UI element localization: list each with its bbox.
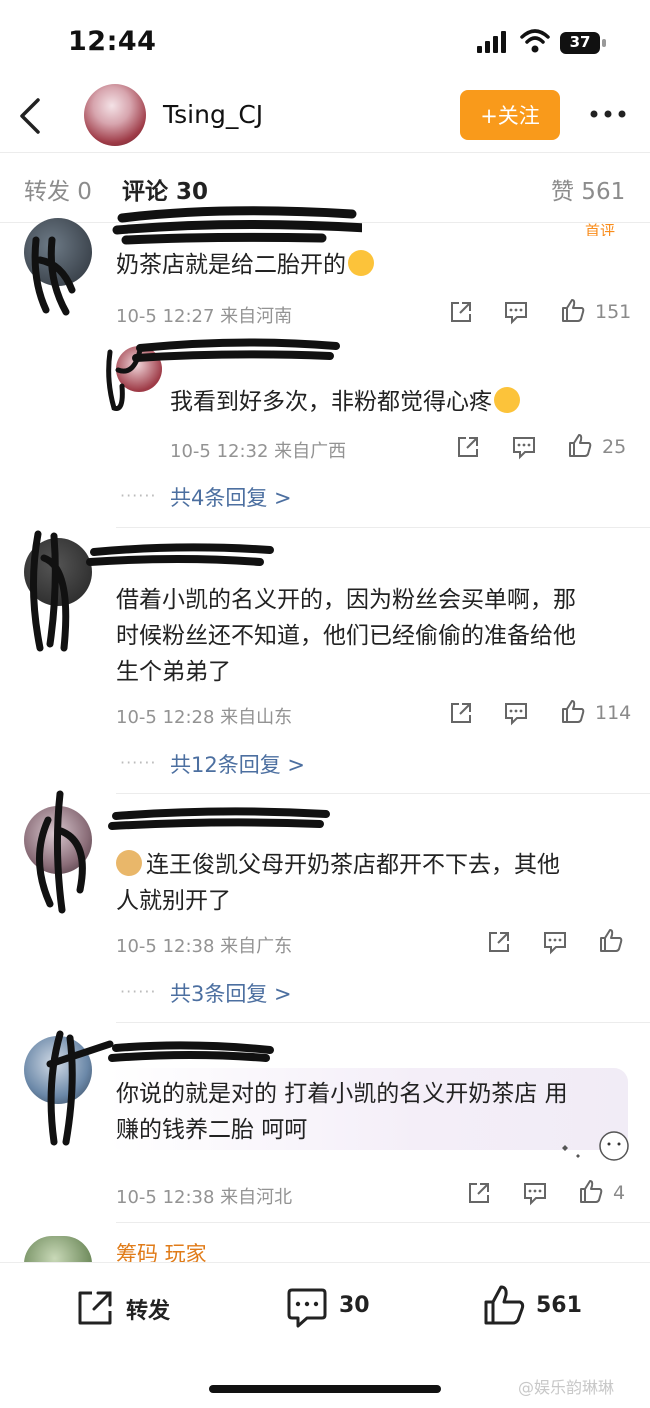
avatar[interactable] — [84, 84, 146, 146]
dots-separator: ······ — [120, 753, 157, 772]
dots-separator: ······ — [120, 486, 157, 505]
first-comment-badge: 首评 — [585, 222, 616, 236]
comment-icon[interactable] — [511, 434, 537, 460]
comment-meta: 10-5 12:27 来自河南 — [116, 306, 293, 327]
like-count: 151 — [595, 301, 632, 323]
crying-emoji-icon — [494, 387, 520, 413]
comment-line: 借着小凯的名义开的，因为粉丝会买单啊，那 — [116, 587, 576, 613]
comment-text: 连王俊凯父母开奶茶店都开不下去，其他 人就别开了 — [116, 847, 636, 919]
comment-meta: 10-5 12:28 来自山东 — [116, 707, 293, 728]
comment-text: 奶茶店就是给二胎开的 — [116, 247, 374, 283]
like-count-toolbar[interactable]: 561 — [536, 1293, 582, 1318]
comment-meta: 10-5 12:38 来自广东 — [116, 936, 293, 957]
like-toolbar-icon[interactable] — [482, 1283, 526, 1327]
comment-text-content: 奶茶店就是给二胎开的 — [116, 252, 346, 278]
comment-count[interactable]: 30 — [339, 1293, 370, 1318]
comment-line: 生个弟弟了 — [116, 659, 231, 685]
divider — [116, 1222, 650, 1223]
tab-likes[interactable]: 赞 561 — [551, 172, 625, 206]
doge-emoji-icon — [116, 850, 142, 876]
share-icon[interactable] — [455, 434, 481, 460]
comment-line: 时候粉丝还不知道，他们已经偷偷的准备给他 — [116, 623, 576, 649]
view-replies-link[interactable]: 共12条回复 > — [170, 749, 305, 779]
share-icon[interactable] — [486, 929, 512, 955]
crying-emoji-icon — [348, 250, 374, 276]
comment-line: 人就别开了 — [116, 888, 231, 914]
repost-icon[interactable] — [74, 1287, 116, 1329]
sticker-icon — [562, 1131, 629, 1161]
battery-level: 37 — [569, 33, 591, 51]
share-icon[interactable] — [448, 299, 474, 325]
like-icon[interactable] — [598, 927, 624, 953]
watermark: @娱乐韵琳琳 — [518, 1378, 615, 1397]
comment-toolbar-icon[interactable] — [285, 1287, 329, 1329]
repost-button[interactable]: 转发 — [126, 1293, 170, 1325]
reply-meta: 10-5 12:32 来自广西 — [170, 441, 347, 462]
comment-icon[interactable] — [542, 929, 568, 955]
status-time: 12:44 — [68, 26, 157, 57]
comment-line-text: 连王俊凯父母开奶茶店都开不下去，其他 — [146, 852, 560, 878]
like-count: 25 — [602, 436, 627, 458]
view-replies-link[interactable]: 共4条回复 > — [170, 482, 292, 512]
comment-icon[interactable] — [503, 700, 529, 726]
reply-text: 我看到好多次，非粉都觉得心疼 — [170, 384, 520, 420]
like-icon[interactable] — [567, 432, 593, 458]
comment-username[interactable]: 筹码 玩家 — [116, 1238, 207, 1262]
like-count: 114 — [595, 702, 632, 724]
back-button[interactable] — [16, 96, 46, 136]
share-icon[interactable] — [466, 1180, 492, 1206]
like-icon[interactable] — [560, 297, 586, 323]
cellular-signal-icon — [477, 31, 506, 53]
more-icon[interactable] — [588, 104, 628, 124]
comment-icon[interactable] — [522, 1180, 548, 1206]
comment-text: 你说的就是对的 打着小凯的名义开奶茶店 用 赚的钱养二胎 呵呵 — [116, 1076, 626, 1148]
comment-line: 赚的钱养二胎 呵呵 — [116, 1117, 308, 1143]
comment-avatar[interactable] — [24, 1236, 92, 1264]
comment-line: 连王俊凯父母开奶茶店都开不下去，其他 — [116, 847, 636, 883]
like-icon[interactable] — [560, 698, 586, 724]
home-indicator[interactable] — [209, 1385, 441, 1393]
comment-icon[interactable] — [503, 299, 529, 325]
reply-text-content: 我看到好多次，非粉都觉得心疼 — [170, 389, 492, 415]
username[interactable]: Tsing_CJ — [163, 100, 263, 129]
follow-button[interactable]: +关注 — [460, 90, 560, 140]
like-count: 4 — [613, 1182, 626, 1204]
comment-text: 借着小凯的名义开的，因为粉丝会买单啊，那 时候粉丝还不知道，他们已经偷偷的准备给… — [116, 582, 636, 690]
wifi-icon — [520, 29, 550, 53]
battery-icon: 37 — [560, 32, 606, 54]
dots-separator: ······ — [120, 982, 157, 1001]
comment-meta: 10-5 12:38 来自河北 — [116, 1187, 293, 1208]
like-icon[interactable] — [578, 1178, 604, 1204]
view-replies-link[interactable]: 共3条回复 > — [170, 978, 292, 1008]
divider — [116, 1022, 650, 1023]
divider — [0, 152, 650, 153]
share-icon[interactable] — [448, 700, 474, 726]
comment-line: 你说的就是对的 打着小凯的名义开奶茶店 用 — [116, 1081, 568, 1107]
